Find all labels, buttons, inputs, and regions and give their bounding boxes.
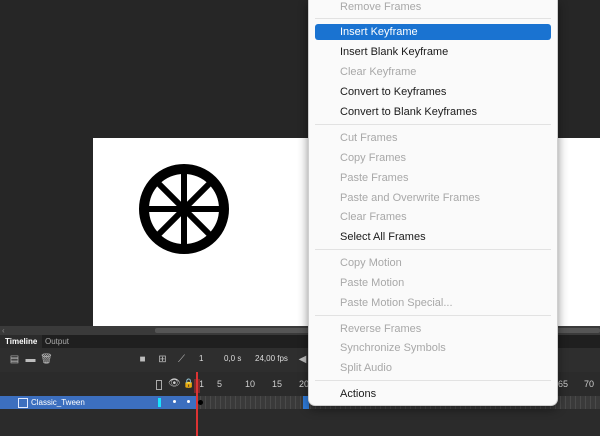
ruler-tick: 70 xyxy=(584,379,595,389)
menu-item-convert-to-blank-keyframes[interactable]: Convert to Blank Keyframes xyxy=(315,104,551,120)
menu-item-reverse-frames: Reverse Frames xyxy=(340,323,422,335)
playhead[interactable] xyxy=(196,372,198,436)
menu-item-clear-keyframe: Clear Keyframe xyxy=(340,66,417,78)
context-menu: Remove Frames Insert Keyframe Insert Bla… xyxy=(308,0,558,406)
menu-item-copy-frames: Copy Frames xyxy=(340,152,407,164)
outline-icon[interactable] xyxy=(156,380,162,390)
ruler-tick: 10 xyxy=(245,379,256,389)
menu-item-cut-frames: Cut Frames xyxy=(340,132,398,144)
menu-item-split-audio: Split Audio xyxy=(340,362,392,374)
layer-type-icon xyxy=(18,398,28,408)
tab-output[interactable]: Output xyxy=(40,335,74,348)
menu-item-actions[interactable]: Actions xyxy=(315,386,551,402)
parent-view-icon[interactable]: ⊞ xyxy=(156,353,169,366)
menu-item-convert-to-keyframes[interactable]: Convert to Keyframes xyxy=(315,84,551,100)
graph-icon[interactable]: ⟋ xyxy=(175,353,188,366)
menu-item-clear-frames: Clear Frames xyxy=(340,211,407,223)
menu-item-paste-frames: Paste Frames xyxy=(340,172,409,184)
scroll-left-icon[interactable]: ‹ xyxy=(2,326,5,335)
lock-icon[interactable]: 🔒 xyxy=(183,378,194,389)
layer-color-swatch[interactable] xyxy=(158,398,161,407)
fps-display[interactable]: 24,00 fps xyxy=(255,354,288,363)
current-frame: 1 xyxy=(199,354,204,363)
menu-separator xyxy=(315,249,551,250)
menu-item-insert-keyframe[interactable]: Insert Keyframe xyxy=(315,24,551,40)
menu-separator xyxy=(315,315,551,316)
visibility-dot[interactable] xyxy=(173,400,176,403)
menu-item-insert-blank-keyframe[interactable]: Insert Blank Keyframe xyxy=(315,44,551,60)
menu-item-synchronize-symbols: Synchronize Symbols xyxy=(340,342,446,354)
layer-header: 👁 🔒 xyxy=(0,378,196,393)
camera-icon[interactable]: ■ xyxy=(136,353,149,366)
layer-row[interactable]: Classic_Tween xyxy=(0,396,196,409)
menu-separator xyxy=(315,124,551,125)
eye-icon[interactable]: 👁 xyxy=(168,378,181,389)
menu-item-paste-motion-special: Paste Motion Special... xyxy=(340,297,453,309)
menu-separator xyxy=(315,18,551,19)
time-display: 0,0 s xyxy=(224,354,242,363)
menu-item-paste-motion: Paste Motion xyxy=(340,277,405,289)
keyframe-marker[interactable] xyxy=(198,400,203,405)
new-layer-icon[interactable]: ▤ xyxy=(8,353,21,366)
menu-item-remove-frames: Remove Frames xyxy=(340,1,422,13)
delete-icon[interactable]: 🗑 xyxy=(40,353,53,366)
wheel-graphic[interactable] xyxy=(139,164,229,254)
menu-separator xyxy=(315,380,551,381)
menu-item-select-all-frames[interactable]: Select All Frames xyxy=(315,229,551,245)
tab-timeline[interactable]: Timeline xyxy=(0,335,43,348)
ruler-tick: 15 xyxy=(272,379,283,389)
new-folder-icon[interactable]: ▬ xyxy=(24,353,37,366)
ruler-tick: 5 xyxy=(217,379,223,389)
lock-dot[interactable] xyxy=(187,400,190,403)
menu-item-copy-motion: Copy Motion xyxy=(340,257,402,269)
layer-name[interactable]: Classic_Tween xyxy=(31,396,85,409)
menu-item-paste-overwrite-frames: Paste and Overwrite Frames xyxy=(340,192,480,204)
ruler-tick: 65 xyxy=(558,379,569,389)
